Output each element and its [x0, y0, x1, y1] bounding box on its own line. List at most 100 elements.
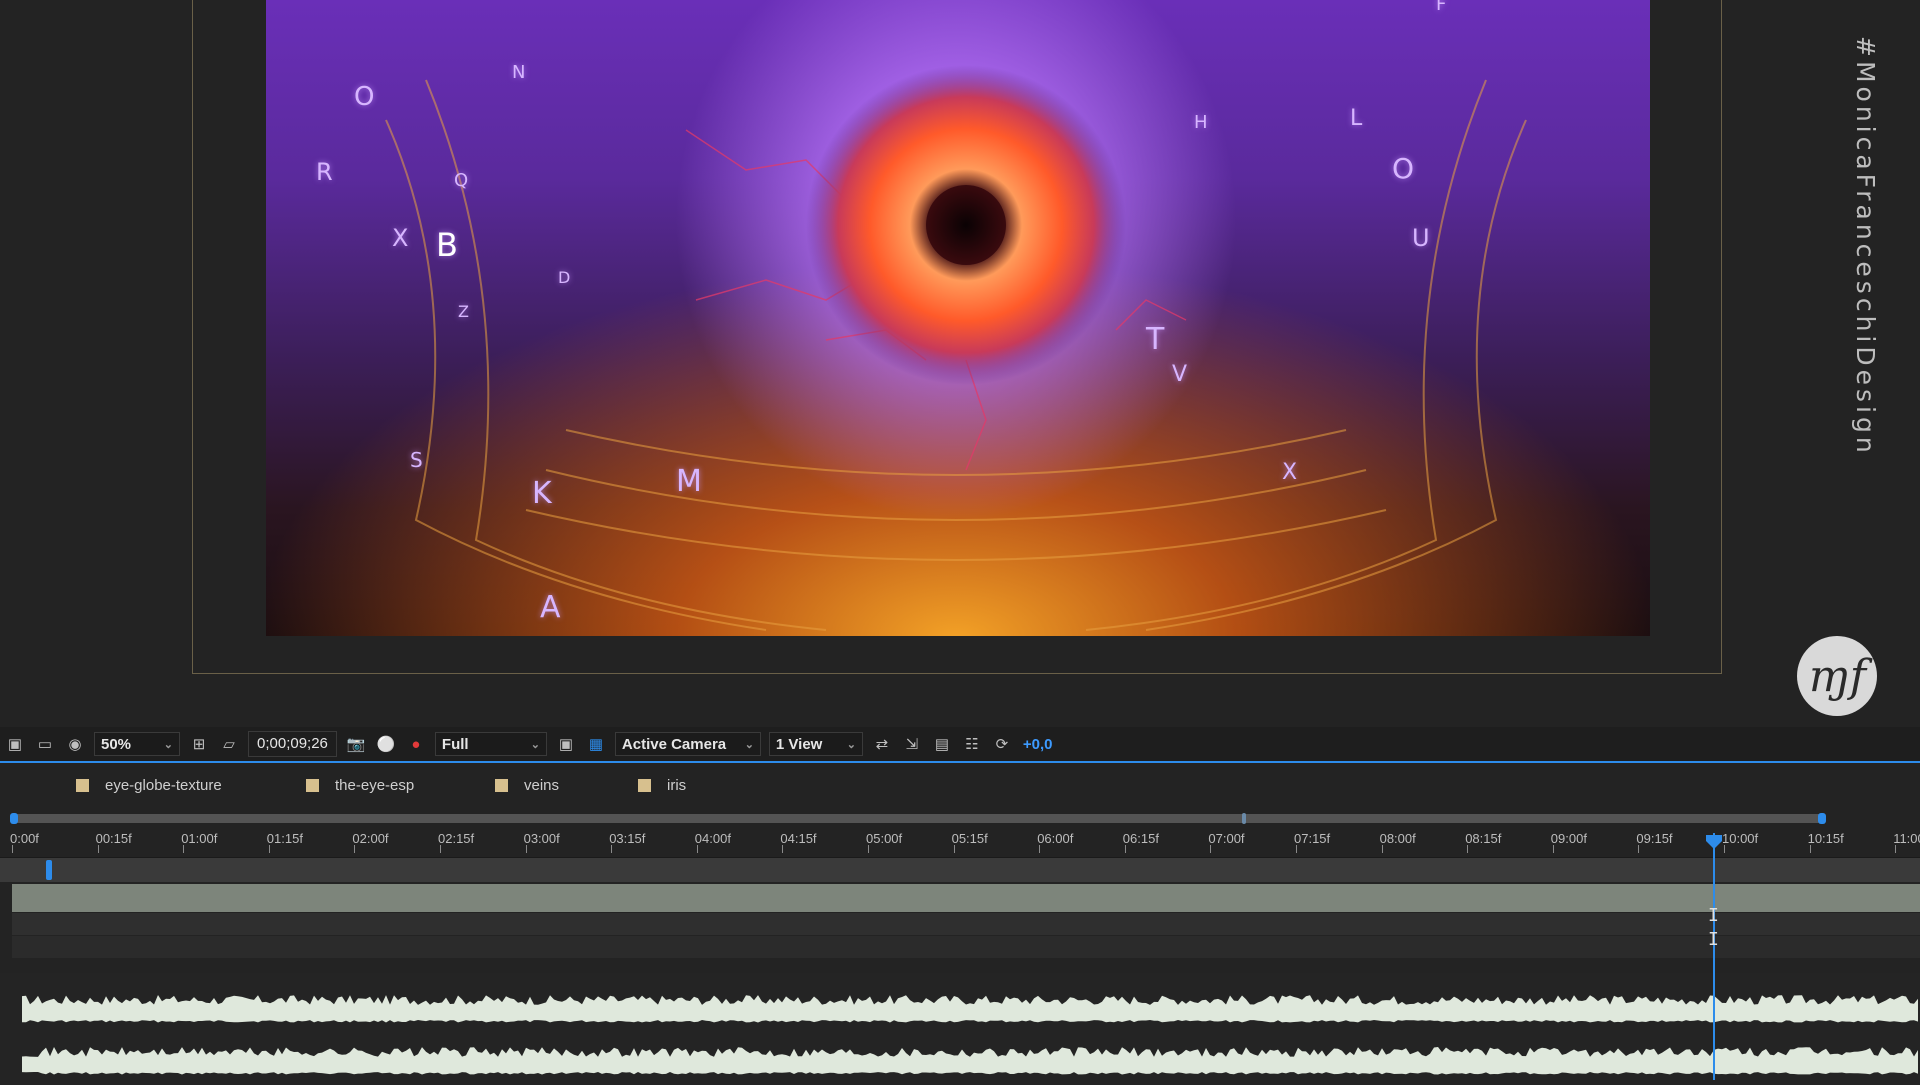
floating-letter: O [1392, 152, 1415, 185]
always-preview-icon[interactable]: ▣ [5, 734, 25, 754]
layer-row[interactable] [12, 913, 1920, 935]
ruler-tick [1809, 845, 1811, 853]
floating-letter: T [1146, 322, 1165, 357]
camera-dropdown[interactable]: Active Camera ⌄ [614, 732, 761, 756]
snapshot-camera-icon[interactable]: 📷 [346, 734, 366, 754]
ruler-tick-label: 05:15f [951, 831, 988, 846]
resolution-dropdown[interactable]: Full ⌄ [434, 732, 547, 756]
zoom-dropdown[interactable]: 50% ⌄ [94, 732, 180, 756]
exposure-value[interactable]: +0,0 [1023, 736, 1053, 753]
marker-the-eye-esp[interactable]: the-eye-esp [306, 777, 414, 794]
ruler-tick-label: 0:00f [10, 831, 39, 846]
monitor-icon[interactable]: ▭ [35, 734, 55, 754]
ruler-tick-label: 09:15f [1636, 831, 1673, 846]
ruler-tick [183, 845, 185, 853]
ruler-tick [611, 845, 613, 853]
eye-artwork [385, 65, 1527, 631]
reset-exposure-icon[interactable]: ⟳ [992, 734, 1012, 754]
brand-logo: ɱf [1797, 636, 1877, 716]
floating-letter: S [410, 448, 423, 472]
audio-waveform-track[interactable] [0, 973, 1920, 1080]
marker-swatch [76, 779, 89, 792]
chevron-down-icon: ⌄ [163, 738, 173, 751]
ruler-tick-label: 05:00f [866, 831, 903, 846]
channel-rgb-icon[interactable]: ● [406, 734, 426, 754]
ruler-tick-label: 10:15f [1807, 831, 1844, 846]
current-time-display[interactable]: 0;00;09;26 [248, 731, 337, 757]
floating-letter: R [316, 158, 333, 186]
ruler-tick-label: 08:00f [1379, 831, 1416, 846]
ruler-tick-label: 02:15f [438, 831, 475, 846]
comp-marker-bar: eye-globe-texture the-eye-esp veins iris [0, 763, 1920, 811]
floating-letter: X [392, 224, 409, 252]
marker-veins[interactable]: veins [495, 777, 559, 794]
floating-letter: Q [454, 170, 469, 191]
ruler-tick-label: 04:00f [694, 831, 731, 846]
playhead-handle-icon[interactable] [1706, 835, 1722, 849]
floating-letter: O [354, 82, 375, 112]
ruler-tick [1124, 845, 1126, 853]
marker-iris[interactable]: iris [638, 777, 686, 794]
ruler-tick [1296, 845, 1297, 853]
waveform-channel [22, 995, 1918, 1023]
ruler-tick-label: 00:15f [95, 831, 132, 846]
timeline-panel[interactable]: eye-globe-texture the-eye-esp veins iris… [0, 763, 1920, 1080]
floating-letter: L [1350, 106, 1363, 131]
floating-letter: D [558, 268, 571, 287]
ruler-tick [1381, 845, 1383, 853]
layer-duration-bar[interactable] [12, 884, 1920, 912]
title-safe-icon[interactable]: ⊞ [189, 734, 209, 754]
floating-letter: X [1282, 460, 1298, 485]
ruler-tick-label: 07:15f [1294, 831, 1331, 846]
text-cursor-icon: I [1708, 905, 1719, 926]
transparency-grid-icon[interactable]: ▦ [586, 734, 606, 754]
ruler-tick [354, 845, 356, 853]
floating-letter: M [676, 464, 702, 499]
mask-path-icon[interactable]: ▱ [219, 734, 239, 754]
viewer-toolbar: ▣ ▭ ◉ 50% ⌄ ⊞ ▱ 0;00;09;26 📷 ⚪ ● Full ⌄ … [0, 727, 1920, 763]
navigator-start-handle[interactable] [46, 860, 52, 880]
work-area-bar[interactable] [10, 813, 1826, 824]
marker-label: eye-globe-texture [105, 777, 222, 794]
view-layout-dropdown[interactable]: 1 View ⌄ [768, 732, 863, 756]
ruler-tick-label: 03:00f [523, 831, 560, 846]
timeline-icon[interactable]: ▤ [932, 734, 952, 754]
composition-viewer[interactable]: O R Q X B D Z S K M A N O U T V X H L F … [0, 0, 1920, 726]
ruler-tick [97, 845, 99, 853]
floating-letter: F [1436, 0, 1447, 15]
zoom-value: 50% [101, 735, 132, 753]
ruler-tick [440, 845, 441, 853]
audio-waveform [22, 995, 1918, 1075]
layer-row[interactable] [12, 936, 1920, 958]
ruler-tick [868, 845, 869, 853]
ruler-tick-label: 08:15f [1465, 831, 1502, 846]
marker-swatch [306, 779, 319, 792]
flowchart-icon[interactable]: ☷ [962, 734, 982, 754]
toggle-pixel-aspect-icon[interactable]: ⇄ [872, 734, 892, 754]
ruler-tick [1039, 845, 1041, 853]
ruler-tick-label: 03:15f [609, 831, 646, 846]
resolution-value: Full [441, 735, 469, 753]
region-of-interest-icon[interactable]: ▣ [556, 734, 576, 754]
ruler-tick-label: 11:00 [1893, 831, 1920, 846]
ruler-tick-label: 09:00f [1550, 831, 1587, 846]
ruler-tick [1467, 845, 1469, 853]
time-ruler[interactable]: 0:00f 00:15f 01:00f 01:15f 02:00f 02:15f 03:00… [0, 823, 1920, 853]
marker-swatch [638, 779, 651, 792]
ruler-tick-label: 10:00f [1722, 831, 1759, 846]
show-snapshot-icon[interactable]: ⚪ [376, 734, 396, 754]
fast-previews-icon[interactable]: ⇲ [902, 734, 922, 754]
marker-swatch [495, 779, 508, 792]
marker-eye-globe-texture[interactable]: eye-globe-texture [76, 777, 222, 794]
composition-render[interactable]: O R Q X B D Z S K M A N O U T V X H L F [266, 0, 1650, 636]
floating-letter: H [1194, 112, 1208, 133]
ruler-tick [696, 845, 698, 853]
ruler-tick-label: 01:15f [266, 831, 303, 846]
text-cursor-icon: I [1708, 929, 1719, 950]
floating-letter: U [1412, 224, 1430, 252]
time-navigator[interactable] [0, 857, 1920, 882]
ruler-tick-label: 06:00f [1037, 831, 1074, 846]
ruler-tick [1638, 845, 1640, 853]
mask-view-icon[interactable]: ◉ [65, 734, 85, 754]
current-time-indicator[interactable] [1713, 833, 1715, 1080]
